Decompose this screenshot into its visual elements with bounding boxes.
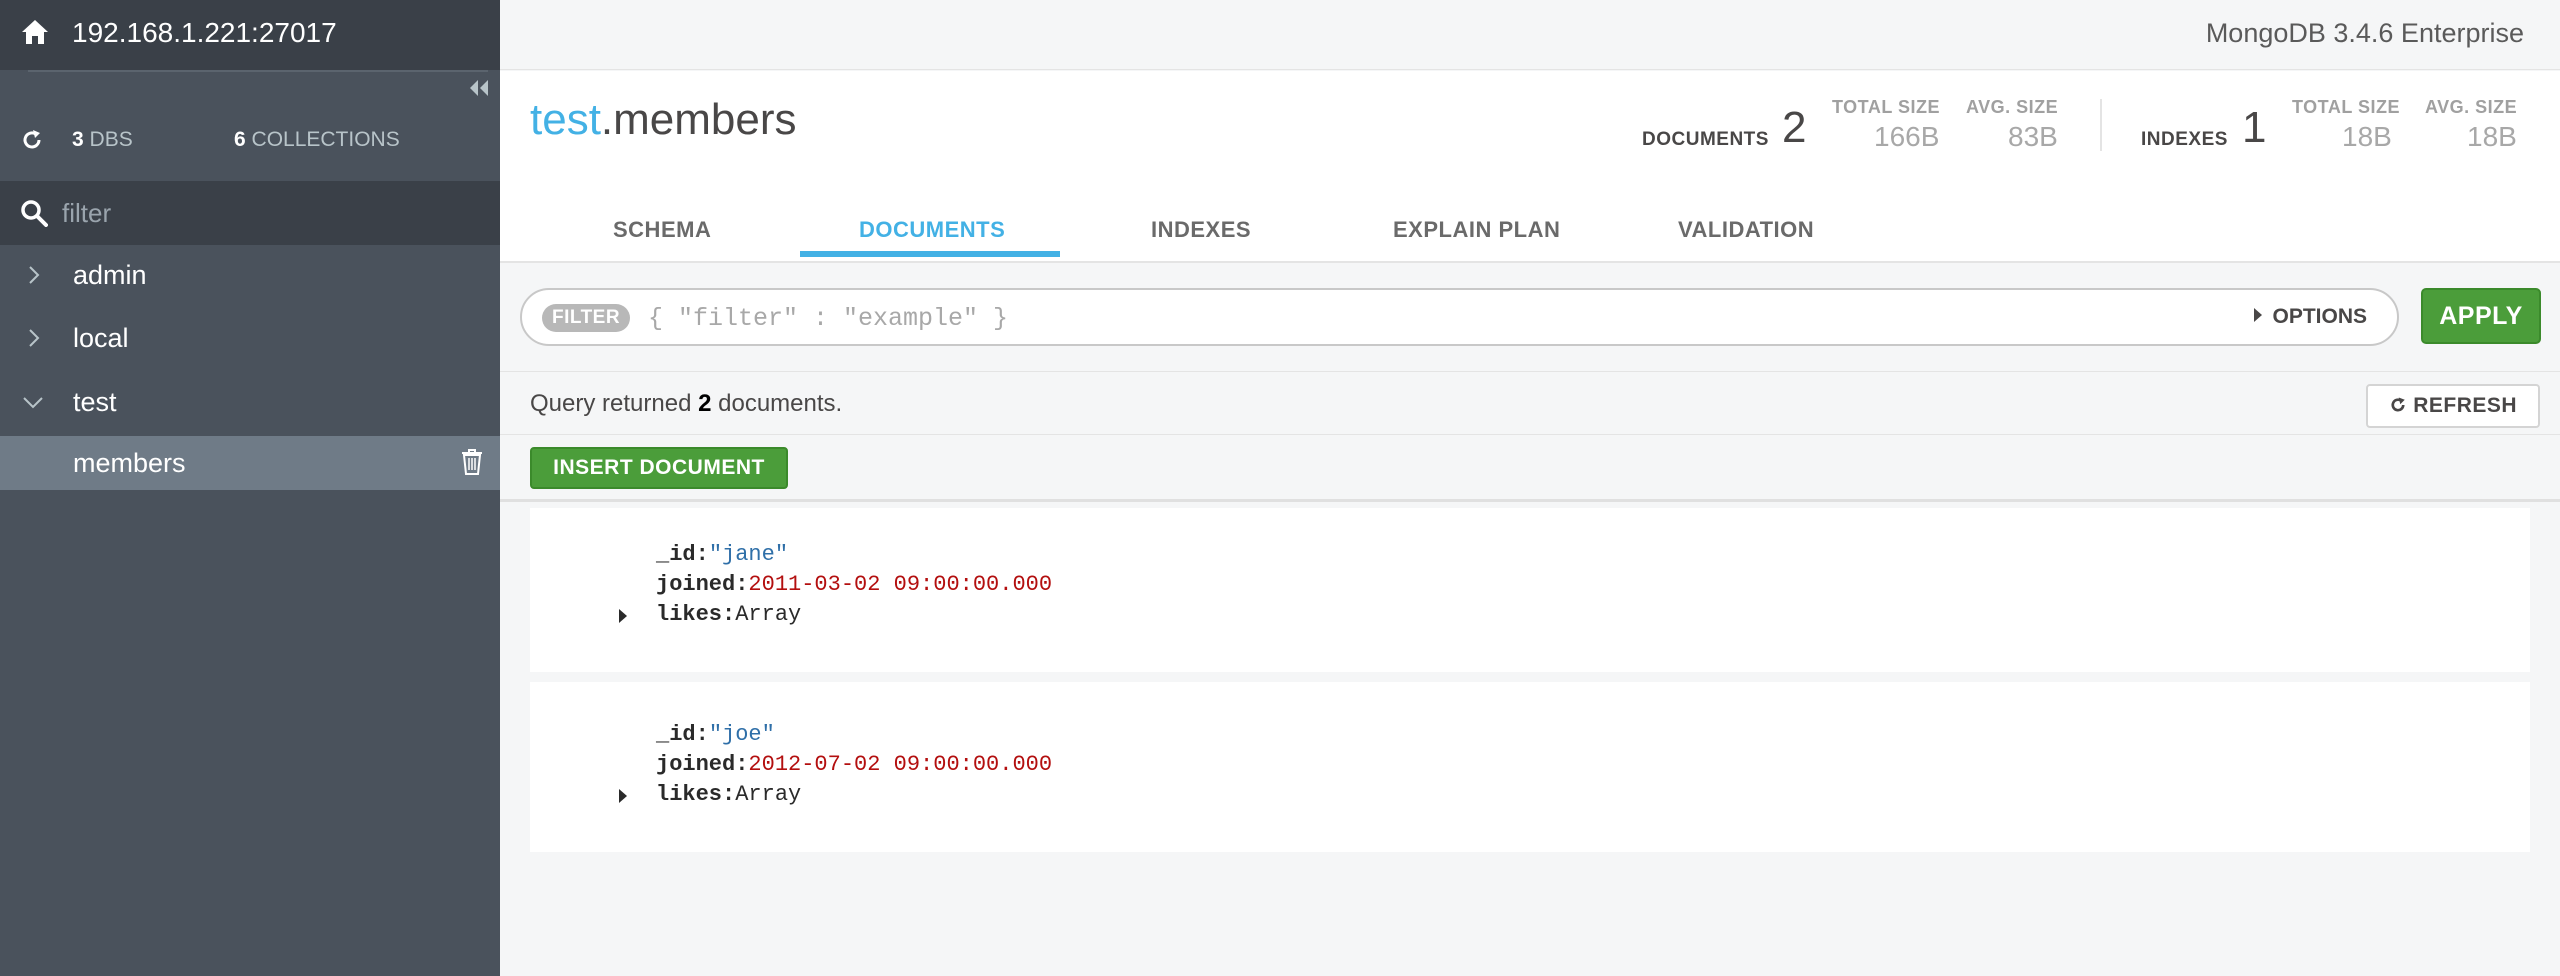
filter-input[interactable]: FILTER { "filter" : "example" } OPTIONS	[520, 288, 2399, 346]
options-toggle[interactable]: OPTIONS	[2254, 305, 2367, 329]
collapse-sidebar-icon[interactable]	[468, 78, 490, 98]
tab-validation[interactable]: VALIDATION	[1678, 217, 1814, 243]
sidebar-collection-label: members	[73, 448, 186, 478]
dbs-stat: 3 DBS	[72, 128, 133, 151]
expand-caret-icon[interactable]	[619, 609, 627, 623]
sidebar-db-admin[interactable]: admin	[0, 245, 500, 305]
doc-avg-size: 83B	[2008, 121, 2058, 152]
document-field-joined: joined:2012-07-02 09:00:00.000	[656, 752, 1053, 777]
connection-host: 192.168.1.221:27017	[72, 17, 337, 48]
trash-icon[interactable]	[461, 449, 483, 475]
sidebar: 192.168.1.221:27017 3 DBS 6 COLLECTIONS …	[0, 0, 532, 976]
idx-total-size: 18B	[2342, 121, 2392, 152]
home-icon	[22, 20, 48, 44]
sidebar-db-label: admin	[73, 260, 147, 290]
doc-avg-size-label: AVG. SIZE	[1966, 97, 2059, 117]
apply-button[interactable]: APPLY	[2421, 288, 2541, 344]
indexes-label: INDEXES	[2141, 129, 2228, 150]
document-field-joined: joined:2011-03-02 09:00:00.000	[656, 572, 1053, 597]
sidebar-db-local[interactable]: local	[0, 308, 500, 368]
refresh-icon	[2391, 397, 2405, 412]
sidebar-db-label: test	[73, 387, 117, 417]
query-result-summary: Query returned 2 documents.	[530, 390, 843, 417]
results-bar: Query returned 2 documents. REFRESH	[500, 373, 2560, 435]
refresh-button[interactable]: REFRESH	[2366, 384, 2540, 428]
chevron-right-icon	[29, 329, 40, 347]
filter-pill: FILTER	[542, 304, 631, 332]
page-title: test.members	[530, 95, 797, 144]
tab-schema[interactable]: SCHEMA	[613, 217, 711, 243]
document-field-id: _id:"jane"	[656, 542, 789, 567]
sidebar-filter	[0, 181, 500, 245]
instance-stats: 3 DBS 6 COLLECTIONS	[0, 110, 500, 170]
tab-indexes[interactable]: INDEXES	[1151, 217, 1251, 243]
doc-total-size: 166B	[1874, 121, 1940, 152]
expand-caret-icon[interactable]	[619, 789, 627, 803]
documents-label: DOCUMENTS	[1642, 129, 1769, 150]
doc-total-size-label: TOTAL SIZE	[1832, 97, 1941, 117]
document-card[interactable]: _id:"joe" joined:2012-07-02 09:00:00.000…	[530, 682, 2530, 852]
sidebar-filter-input[interactable]	[62, 193, 482, 233]
stats-divider	[2100, 99, 2102, 151]
sidebar-divider	[28, 70, 488, 72]
chevron-right-icon	[29, 266, 40, 284]
collections-stat: 6 COLLECTIONS	[234, 128, 400, 151]
collection-header: test.members DOCUMENTS 2 TOTAL SIZE 166B…	[500, 71, 2560, 263]
sidebar-db-test[interactable]: test	[0, 372, 500, 432]
insert-document-button[interactable]: INSERT DOCUMENT	[530, 447, 788, 489]
top-bar: MongoDB 3.4.6 Enterprise	[500, 0, 2560, 70]
tab-documents[interactable]: DOCUMENTS	[859, 217, 1005, 243]
namespace-collection: members	[613, 95, 797, 144]
chevron-down-icon	[23, 397, 43, 409]
connection-header[interactable]: 192.168.1.221:27017	[0, 0, 500, 70]
filter-placeholder: { "filter" : "example" }	[648, 304, 1009, 333]
idx-avg-size-label: AVG. SIZE	[2425, 97, 2518, 117]
document-field-id: _id:"joe"	[656, 722, 775, 747]
sidebar-db-label: local	[73, 323, 129, 353]
active-tab-indicator	[800, 251, 1060, 257]
idx-avg-size: 18B	[2467, 121, 2517, 152]
namespace-db[interactable]: test	[530, 95, 601, 144]
query-bar: FILTER { "filter" : "example" } OPTIONS …	[500, 264, 2560, 372]
caret-right-icon	[2254, 308, 2263, 322]
indexes-count: 1	[2242, 103, 2267, 152]
documents-count: 2	[1782, 103, 1807, 152]
insert-bar: INSERT DOCUMENT	[500, 436, 2560, 502]
document-field-likes: likes:Array	[656, 602, 802, 627]
document-card[interactable]: _id:"jane" joined:2011-03-02 09:00:00.00…	[530, 508, 2530, 672]
refresh-icon[interactable]	[20, 128, 44, 152]
sidebar-collection-members[interactable]: members	[0, 436, 500, 490]
idx-total-size-label: TOTAL SIZE	[2292, 97, 2401, 117]
search-icon	[21, 200, 48, 227]
document-field-likes: likes:Array	[656, 782, 802, 807]
server-version: MongoDB 3.4.6 Enterprise	[2205, 18, 2524, 48]
tab-explain-plan[interactable]: EXPLAIN PLAN	[1393, 217, 1560, 243]
